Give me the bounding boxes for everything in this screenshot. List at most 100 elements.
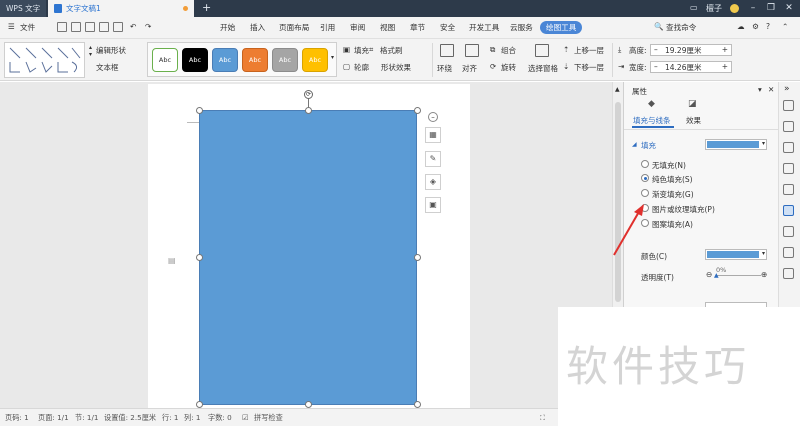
option-gradient-fill[interactable]: 渐变填充(G) [652, 189, 694, 200]
tab-cloud[interactable]: 云服务 [510, 22, 533, 33]
open-icon[interactable] [57, 22, 67, 32]
shape-icon[interactable] [783, 163, 794, 174]
panel-collapse-icon[interactable]: ▾ [758, 85, 762, 94]
search-command[interactable]: 查找命令 [666, 22, 696, 33]
redo-icon[interactable]: ↷ [145, 22, 151, 31]
wrap-button[interactable]: 环绕 [437, 63, 452, 74]
search-icon[interactable]: 🔍 [654, 22, 663, 31]
undo-icon[interactable]: ↶ [130, 22, 136, 31]
fill-section-title[interactable]: 填充 [641, 140, 656, 151]
textbox-button[interactable]: 文本框 [96, 62, 119, 73]
tab-fill-and-line[interactable]: 填充与线条 [633, 115, 671, 126]
format-brush-icon[interactable]: ⌗ [369, 45, 373, 55]
transparency-increase-icon[interactable]: ⊕ [761, 270, 767, 279]
height-input[interactable]: –19.29厘米 + [650, 44, 732, 56]
width-input[interactable]: –14.26厘米 + [650, 61, 732, 73]
tab-page-layout[interactable]: 页面布局 [279, 22, 309, 33]
radio-solid-fill[interactable] [641, 174, 649, 182]
spellcheck-button[interactable]: 拼写检查 [254, 413, 283, 423]
fill-icon[interactable]: ▣ [343, 45, 350, 54]
fill-line-icon[interactable]: ◆ [648, 99, 655, 109]
shape-gallery[interactable] [4, 42, 85, 78]
paragraph-icon[interactable]: ▤ [168, 256, 176, 265]
slider-thumb-icon[interactable]: ▲ [714, 272, 719, 279]
scroll-up-icon[interactable]: ▲ [615, 86, 620, 93]
paragraph-format-icon[interactable] [783, 184, 794, 195]
new-tab-button[interactable]: + [202, 1, 211, 14]
preview-icon[interactable] [113, 22, 123, 32]
lock-icon[interactable] [783, 142, 794, 153]
minimize-icon[interactable]: – [748, 3, 758, 13]
properties-icon[interactable] [783, 205, 794, 216]
tab-references[interactable]: 引用 [320, 22, 335, 33]
tab-view[interactable]: 视图 [380, 22, 395, 33]
close-icon[interactable]: ✕ [784, 3, 794, 13]
option-solid-fill[interactable]: 纯色填充(S) [652, 174, 693, 185]
shape-effects-button[interactable]: 形状效果 [381, 62, 411, 73]
resize-handle[interactable] [414, 107, 421, 114]
tab-home[interactable]: 开始 [220, 22, 235, 33]
resize-handle[interactable] [196, 254, 203, 261]
file-menu[interactable]: 文件 [20, 22, 35, 33]
file-menu-icon[interactable]: ☰ [8, 22, 15, 31]
restore-icon[interactable]: ❐ [766, 3, 776, 13]
align-button[interactable]: 对齐 [462, 63, 477, 74]
fullscreen-icon[interactable]: ⛶ [540, 413, 545, 423]
rotate-handle-icon[interactable]: ⟳ [304, 90, 313, 99]
layout-options-icon[interactable]: ▦ [425, 127, 441, 143]
fill-color-dropdown[interactable]: ▾ [705, 139, 767, 150]
style-swatch-blue[interactable]: Abc [212, 48, 238, 72]
rotate-icon[interactable]: ⟳ [490, 62, 496, 71]
send-backward-button[interactable]: 下移一层 [574, 62, 604, 73]
edit-shape-button[interactable]: 编辑形状 [96, 45, 126, 56]
collapse-icon[interactable]: ⌃ [782, 22, 788, 31]
color-dropdown[interactable]: ▾ [705, 249, 767, 260]
group-button[interactable]: 组合 [501, 45, 516, 56]
style-swatch-gray[interactable]: Abc [272, 48, 298, 72]
bring-forward-icon[interactable]: ⇡ [563, 45, 569, 54]
style-swatch-yellow[interactable]: Abc [302, 48, 328, 72]
section-expand-icon[interactable]: ◢ [632, 141, 637, 148]
collapse-float-icon[interactable]: – [428, 112, 438, 122]
status-words[interactable]: 字数: 0 [208, 413, 232, 423]
option-picture-texture-fill[interactable]: 图片或纹理填充(P) [652, 204, 715, 215]
resize-handle[interactable] [414, 401, 421, 408]
transparency-decrease-icon[interactable]: ⊖ [706, 270, 712, 279]
decrement-icon[interactable]: – [654, 44, 658, 55]
rotate-button[interactable]: 旋转 [501, 62, 516, 73]
resize-handle[interactable] [414, 254, 421, 261]
app-tab[interactable]: WPS 文字 [0, 0, 46, 17]
resize-handle[interactable] [196, 401, 203, 408]
outline-icon[interactable]: ▢ [343, 62, 350, 71]
resize-handle[interactable] [196, 107, 203, 114]
outline-button[interactable]: 轮廓 [354, 62, 369, 73]
avatar[interactable] [730, 4, 739, 13]
resize-handle[interactable] [305, 401, 312, 408]
spellcheck-icon[interactable]: ☑ [242, 413, 248, 422]
style-swatch-white[interactable]: Abc [152, 48, 178, 72]
transparency-slider[interactable] [716, 275, 761, 276]
tab-insert[interactable]: 插入 [250, 22, 265, 33]
style-swatch-orange[interactable]: Abc [242, 48, 268, 72]
cloud-icon[interactable]: ☁ [737, 22, 745, 31]
selection-pane-button[interactable]: 选择窗格 [528, 63, 558, 74]
increment-icon[interactable]: + [722, 44, 728, 55]
pen-icon[interactable]: ✎ [425, 151, 441, 167]
increment-icon[interactable]: + [722, 61, 728, 72]
tab-review[interactable]: 审阅 [350, 22, 365, 33]
selection-pane-icon[interactable] [535, 44, 549, 57]
tab-drawing-tools[interactable]: 绘图工具 [540, 21, 583, 34]
user-name[interactable]: 檀子 [706, 3, 722, 14]
wrap-icon[interactable] [440, 44, 454, 57]
more-icon[interactable]: » [784, 84, 790, 94]
gallery-scroll-icon[interactable]: ▴ ▾ [89, 44, 92, 58]
document-tab[interactable]: 文字文稿1 [48, 0, 194, 17]
style-swatch-black[interactable]: Abc [182, 48, 208, 72]
save-icon[interactable] [71, 22, 81, 32]
radio-no-fill[interactable] [641, 160, 649, 168]
tab-effects[interactable]: 效果 [686, 115, 701, 126]
outline-style-icon[interactable]: ▣ [425, 197, 441, 213]
radio-gradient-fill[interactable] [641, 189, 649, 197]
settings-icon[interactable]: ⚙ [752, 22, 759, 31]
option-pattern-fill[interactable]: 图案填充(A) [652, 219, 693, 230]
